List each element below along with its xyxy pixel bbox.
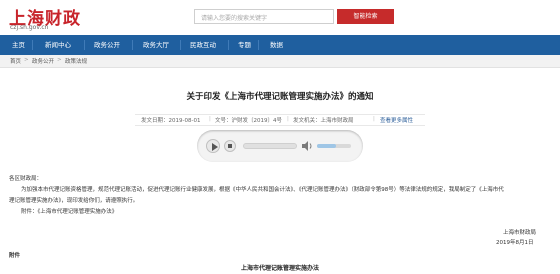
breadcrumb-separator: > — [57, 57, 62, 63]
nav-item-home[interactable]: 主页 — [12, 35, 25, 55]
volume-slider[interactable] — [317, 144, 351, 148]
breadcrumb-policy[interactable]: 政策法规 — [65, 57, 87, 65]
volume-icon[interactable] — [301, 140, 315, 152]
article-paragraph: 为加强本市代理记账资格管理，规范代理记账活动，促进代理记账行业健康发展，根据《中… — [21, 187, 504, 193]
article-salutation: 各区财政局： — [9, 176, 43, 182]
nav-separator — [32, 40, 33, 50]
nav-item-news[interactable]: 新闻中心 — [45, 35, 71, 55]
play-button[interactable] — [206, 139, 220, 153]
breadcrumb: 首页 > 政务公开 > 政策法规 — [0, 55, 560, 68]
breadcrumb-gov-info[interactable]: 政务公开 — [32, 57, 54, 65]
signature-issuer: 上海市财政局 — [503, 230, 537, 236]
volume-slider-fill — [317, 144, 336, 148]
nav-separator — [258, 40, 259, 50]
nav-item-service-hall[interactable]: 政务大厅 — [143, 35, 169, 55]
nav-item-interaction[interactable]: 民政互动 — [190, 35, 216, 55]
meta-separator: | — [287, 116, 289, 122]
main-nav: 主页 新闻中心 政务公开 政务大厅 民政互动 专题 数据 — [0, 35, 560, 55]
nav-item-data[interactable]: 数据 — [270, 35, 283, 55]
attachment-label: 附件 — [9, 253, 21, 259]
nav-item-gov-info[interactable]: 政务公开 — [94, 35, 120, 55]
progress-track[interactable] — [243, 143, 297, 149]
article-meta: 发文日期：2019-08-01 | 文号：沪财发〔2019〕4号 | 发文机关：… — [135, 114, 425, 126]
breadcrumb-home[interactable]: 首页 — [10, 57, 21, 65]
breadcrumb-separator: > — [24, 57, 29, 63]
nav-separator — [84, 40, 85, 50]
nav-separator — [132, 40, 133, 50]
audio-player — [197, 130, 363, 162]
stop-button[interactable] — [224, 140, 236, 152]
meta-separator: | — [373, 116, 375, 122]
meta-date: 发文日期：2019-08-01 — [141, 118, 201, 124]
signature-date: 2019年8月1日 — [496, 240, 534, 246]
nav-item-topics[interactable]: 专题 — [238, 35, 251, 55]
nav-separator — [180, 40, 181, 50]
meta-doc-number: 文号：沪财发〔2019〕4号 — [215, 118, 282, 124]
more-attributes-link[interactable]: 查看更多属性 — [380, 116, 413, 124]
meta-separator: | — [209, 116, 211, 122]
site-logo-url: czj.sh.gov.cn — [10, 24, 49, 31]
site-header: 上海财政 czj.sh.gov.cn 请输入您要的搜索关键字 智能检索 — [0, 0, 560, 34]
search-input[interactable]: 请输入您要的搜索关键字 — [194, 9, 334, 24]
article-paragraph: 理记账管理实施办法》，现印发给你们，请遵照执行。 — [9, 198, 139, 204]
meta-issuer: 发文机关：上海市财政局 — [293, 118, 354, 124]
article-attachment-line[interactable]: 附件：《上海市代理记账管理实施办法》 — [9, 207, 553, 218]
article-title: 关于印发《上海市代理记账管理实施办法》的通知 — [186, 92, 374, 102]
attachment-title: 上海市代理记账管理实施办法 — [240, 265, 319, 272]
article-body: 各区财政局： 为加强本市代理记账资格管理，规范代理记账活动，促进代理记账行业健康… — [9, 174, 553, 218]
nav-separator — [228, 40, 229, 50]
search-button[interactable]: 智能检索 — [337, 9, 394, 24]
